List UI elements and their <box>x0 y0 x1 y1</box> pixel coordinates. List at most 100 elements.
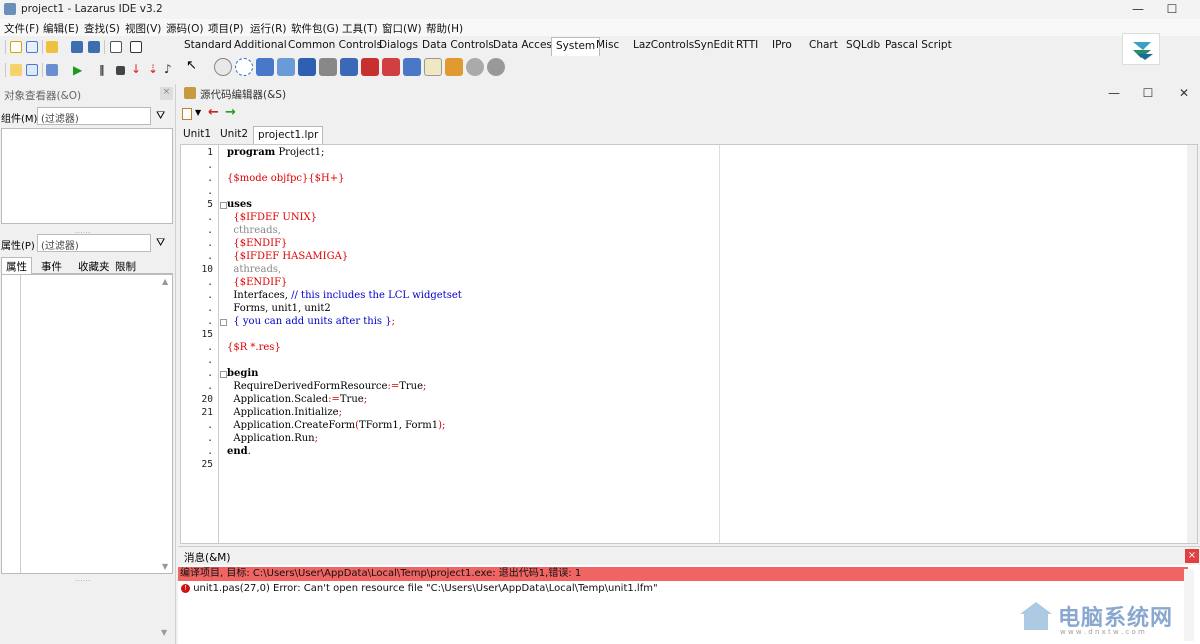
tjsonpropstorage-icon[interactable] <box>361 58 379 76</box>
fold-toggle-icon[interactable] <box>220 202 227 209</box>
properties-filter-input[interactable]: (过滤器) <box>37 234 151 252</box>
menu-file[interactable]: 文件(F) <box>4 21 39 36</box>
tab-unit2[interactable]: Unit2 <box>220 128 248 140</box>
code-line[interactable]: begin <box>227 368 258 379</box>
code-line[interactable]: {$ENDIF} <box>227 277 287 288</box>
code-line[interactable]: { you can add units after this }; <box>227 316 395 327</box>
thtmlbrowserhelpviewer-icon[interactable] <box>298 58 316 76</box>
code-line[interactable]: program Project1; <box>227 147 324 158</box>
code-line[interactable]: cthreads, <box>227 225 280 236</box>
new-unit-icon[interactable] <box>10 41 22 53</box>
new-form-icon[interactable] <box>26 41 38 53</box>
jump-history-icon[interactable] <box>182 108 192 120</box>
selection-pointer-icon[interactable]: ↖ <box>186 58 197 73</box>
minimize-button[interactable]: — <box>1124 1 1152 17</box>
tab-data-access[interactable]: Data Access <box>493 39 557 51</box>
menu-edit[interactable]: 编辑(E) <box>43 21 79 36</box>
maximize-button[interactable]: ☐ <box>1158 1 1186 17</box>
thtmlhelpdatabase-icon[interactable] <box>277 58 295 76</box>
run-icon[interactable]: ▶ <box>73 63 82 77</box>
code-line[interactable]: Forms, unit1, unit2 <box>227 303 330 314</box>
open-folder-icon[interactable] <box>46 41 58 53</box>
tab-unit1[interactable]: Unit1 <box>183 128 211 140</box>
build-mode-icon[interactable] <box>46 64 58 76</box>
editor-close-button[interactable]: ✕ <box>1170 85 1198 101</box>
code-line[interactable]: Application.Initialize; <box>227 407 342 418</box>
close-icon[interactable]: × <box>160 87 173 100</box>
tab-misc[interactable]: Misc <box>596 39 619 51</box>
fold-toggle-icon[interactable] <box>220 319 227 326</box>
view-forms-icon[interactable] <box>130 41 142 53</box>
tidletimer-icon[interactable] <box>235 58 253 76</box>
message-row-error[interactable]: 编译项目, 目标: C:\Users\User\AppData\Local\Te… <box>178 567 1188 581</box>
tab-data-controls[interactable]: Data Controls <box>422 39 494 51</box>
tab-additional[interactable]: Additional <box>234 39 287 51</box>
code-line[interactable]: {$ENDIF} <box>227 238 287 249</box>
view-project-icon[interactable] <box>26 64 38 76</box>
teventlog-icon[interactable] <box>424 58 442 76</box>
tab-synedit[interactable]: SynEdit <box>694 39 734 51</box>
code-line[interactable]: {$mode objfpc}{$H+} <box>227 173 345 184</box>
tab-restricted[interactable]: 限制 <box>115 259 136 274</box>
components-filter-input[interactable]: (过滤器) <box>37 107 151 125</box>
menu-view[interactable]: 视图(V) <box>125 21 161 36</box>
message-row[interactable]: ! unit1.pas(27,0) Error: Can't open reso… <box>178 582 1188 596</box>
code-line[interactable]: uses <box>227 199 252 210</box>
stop-icon[interactable] <box>116 66 125 75</box>
ttimer-icon[interactable] <box>214 58 232 76</box>
property-grid[interactable]: ▲ ▼ <box>1 274 173 574</box>
pause-icon[interactable]: ‖ <box>99 63 105 76</box>
close-icon[interactable]: × <box>1185 549 1199 563</box>
tab-standard[interactable]: Standard <box>184 39 232 51</box>
step-over-icon[interactable]: ⇣ <box>148 62 158 76</box>
step-into-icon[interactable]: ↓ <box>131 62 141 76</box>
tab-lazcontrols[interactable]: LazControls <box>633 39 694 51</box>
code-line[interactable]: {$R *.res} <box>227 342 281 353</box>
code-line[interactable]: Interfaces, // this includes the LCL wid… <box>227 290 461 301</box>
tprocess-icon[interactable] <box>466 58 484 76</box>
scroll-down-icon[interactable]: ▼ <box>162 562 168 571</box>
tiniprostorage-icon[interactable] <box>382 58 400 76</box>
txmlpropstorage-icon[interactable] <box>403 58 421 76</box>
menu-search[interactable]: 查找(S) <box>84 21 120 36</box>
tab-properties[interactable]: 属性 <box>1 257 32 274</box>
tab-project1-lpr[interactable]: project1.lpr <box>253 126 324 144</box>
code-editor[interactable]: 1... 5.... 10.... 15.... 20 21... 25 program P… <box>180 144 1198 544</box>
code-text[interactable]: program Project1; {$mode objfpc}{$H+} uses… <box>181 145 1181 543</box>
save-all-icon[interactable] <box>88 41 100 53</box>
menu-project[interactable]: 项目(P) <box>208 21 244 36</box>
fold-toggle-icon[interactable] <box>220 371 227 378</box>
tab-dialogs[interactable]: Dialogs <box>379 39 418 51</box>
tab-system[interactable]: System <box>551 37 601 56</box>
editor-maximize-button[interactable]: ☐ <box>1134 85 1162 101</box>
view-units-icon[interactable] <box>10 64 22 76</box>
code-line[interactable]: RequireDerivedFormResource:=True; <box>227 381 426 392</box>
code-line[interactable]: {$IFDEF UNIX} <box>227 212 317 223</box>
scroll-down-icon[interactable]: ▼ <box>161 628 167 637</box>
menu-package[interactable]: 软件包(G) <box>291 21 339 36</box>
component-tree[interactable] <box>1 128 173 224</box>
code-line[interactable]: athreads, <box>227 264 281 275</box>
menu-run[interactable]: 运行(R) <box>250 21 287 36</box>
tab-ipro[interactable]: IPro <box>772 39 792 51</box>
tab-sqldb[interactable]: SQLdb <box>846 39 880 51</box>
tprocessutf8-gear-icon[interactable] <box>487 58 505 76</box>
code-line[interactable]: Application.Scaled:=True; <box>227 394 367 405</box>
tservicemanager-icon[interactable] <box>445 58 463 76</box>
tab-events[interactable]: 事件 <box>41 259 62 274</box>
code-line[interactable]: end. <box>227 446 251 457</box>
menu-source[interactable]: 源码(O) <box>166 21 203 36</box>
tasyncprocess-icon[interactable] <box>319 58 337 76</box>
toggle-form-icon[interactable] <box>110 41 122 53</box>
vertical-scrollbar[interactable] <box>1187 145 1197 543</box>
tab-common-controls[interactable]: Common Controls <box>288 39 382 51</box>
save-icon[interactable] <box>71 41 83 53</box>
code-line[interactable]: Application.Run; <box>227 433 318 444</box>
tab-rtti[interactable]: RTTI <box>736 39 758 51</box>
forward-arrow-icon[interactable]: → <box>225 105 236 120</box>
menu-tools[interactable]: 工具(T) <box>342 21 378 36</box>
messages-scrollbar[interactable] <box>1184 569 1194 641</box>
menu-help[interactable]: 帮助(H) <box>426 21 463 36</box>
code-line[interactable]: {$IFDEF HASAMIGA} <box>227 251 348 262</box>
tab-favorites[interactable]: 收藏夹 <box>78 259 110 274</box>
